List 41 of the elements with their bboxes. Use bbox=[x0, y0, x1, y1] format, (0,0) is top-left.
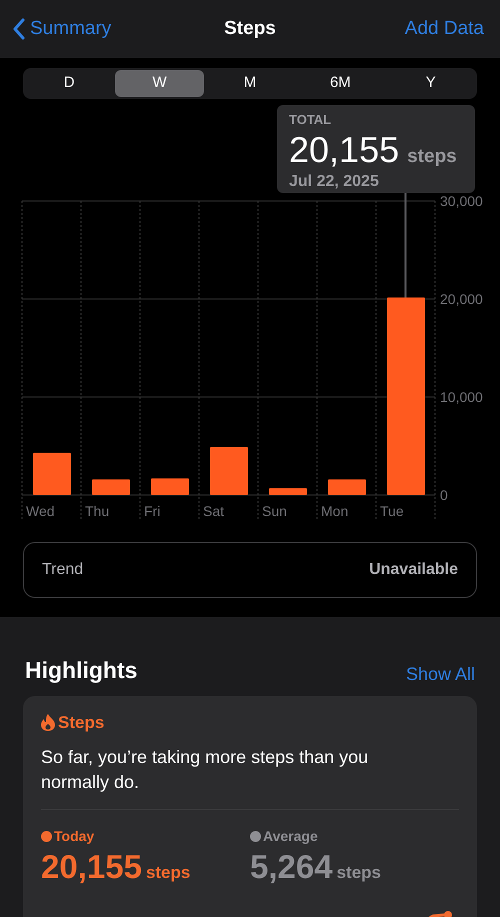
stat-value: 5,264 bbox=[250, 850, 333, 883]
stat-label: Today bbox=[54, 827, 94, 846]
day-label: Fri bbox=[144, 503, 160, 519]
axis-label: 10,000 bbox=[440, 389, 483, 405]
chart-bar[interactable] bbox=[92, 479, 130, 495]
chart-bar[interactable] bbox=[328, 479, 366, 495]
back-chevron-icon bbox=[12, 18, 26, 40]
day-label: Thu bbox=[85, 503, 110, 519]
flame-icon bbox=[41, 714, 55, 731]
chart-bar[interactable] bbox=[151, 478, 189, 495]
range-tab[interactable]: D bbox=[25, 70, 114, 97]
axis-label: 30,000 bbox=[440, 193, 483, 209]
stat-value: 20,155 bbox=[41, 850, 142, 883]
trend-value: Unavailable bbox=[369, 560, 458, 580]
trend-label: Trend bbox=[42, 560, 84, 580]
page-title: Steps bbox=[224, 16, 276, 41]
range-tab[interactable]: M bbox=[206, 70, 294, 97]
day-label: Mon bbox=[321, 503, 348, 519]
range-tab[interactable]: Y bbox=[386, 70, 475, 97]
back-button[interactable]: Summary bbox=[12, 14, 112, 44]
add-data-button[interactable]: Add Data bbox=[404, 14, 488, 44]
card-category: Steps bbox=[58, 712, 104, 734]
callout-value: 20,155 bbox=[289, 132, 400, 168]
callout-date: Jul 22, 2025 bbox=[289, 172, 380, 192]
stat-label: Average bbox=[263, 827, 318, 846]
axis-label: 20,000 bbox=[440, 291, 483, 307]
callout-label: TOTAL bbox=[289, 111, 332, 129]
axis-label: 0 bbox=[440, 487, 448, 503]
stat-unit: steps bbox=[146, 864, 190, 881]
stat-unit: steps bbox=[336, 864, 382, 881]
day-label: Tue bbox=[380, 503, 404, 519]
section-heading: Highlights bbox=[25, 656, 138, 685]
range-tab[interactable]: 6M bbox=[296, 70, 385, 97]
range-tab[interactable]: W bbox=[115, 70, 204, 97]
highlight-text: So far, you’re taking more steps than you normally do. bbox=[41, 746, 370, 794]
show-all-link[interactable]: Show All bbox=[406, 660, 475, 688]
highlight-card[interactable]: Steps So far, you’re taking more steps than you normally do. Today 20,155 steps Average 5,264 steps bbox=[23, 696, 477, 917]
day-label: Sat bbox=[203, 503, 224, 519]
day-label: Sun bbox=[262, 503, 287, 519]
callout-unit: steps bbox=[407, 146, 457, 166]
day-label: Wed bbox=[26, 503, 55, 519]
